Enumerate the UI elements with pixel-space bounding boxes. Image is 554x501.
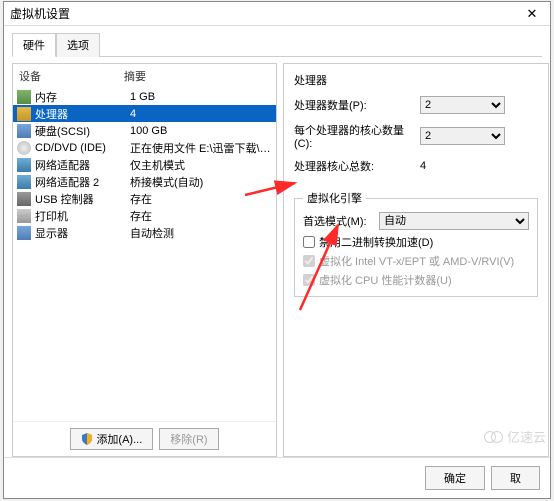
virtualization-engine-title: 虚拟化引擎 [303,190,366,206]
column-summary: 摘要 [124,68,270,84]
device-name: 内存 [35,89,130,105]
processor-count-select[interactable]: 2 [420,96,505,114]
remove-button-label: 移除(R) [170,431,207,447]
device-icon [17,124,31,138]
hardware-row[interactable]: 打印机存在 [13,207,276,224]
total-cores-value: 4 [420,160,500,172]
device-summary: 自动检测 [130,225,272,241]
device-icon [17,192,31,206]
shield-icon [81,433,93,445]
hardware-buttons: 添加(A)... 移除(R) [13,421,276,456]
add-button-label: 添加(A)... [96,431,142,447]
add-button[interactable]: 添加(A)... [70,428,153,450]
device-icon [17,209,31,223]
hardware-row[interactable]: 显示器自动检测 [13,224,276,241]
processor-section-title: 处理器 [294,72,538,88]
disable-binary-translation-label: 禁用二进制转换加速(D) [319,234,433,250]
hardware-row[interactable]: 硬盘(SCSI)100 GB [13,122,276,139]
detail-panel: 处理器 处理器数量(P): 2 每个处理器的核心数量(C): 2 处理器核心总数… [283,63,549,457]
virtualize-perf-counters-checkbox [303,274,315,286]
virtualization-engine-group: 虚拟化引擎 首选模式(M): 自动 禁用二进制转换加速(D) 虚拟化 Intel… [294,190,538,297]
device-icon [17,141,31,155]
device-name: 处理器 [35,106,130,122]
device-name: 硬盘(SCSI) [35,123,130,139]
vm-settings-dialog: 虚拟机设置 ✕ 硬件 选项 设备 摘要 内存1 GB处理器4硬盘(SCSI)10… [3,1,551,499]
cores-per-processor-label: 每个处理器的核心数量(C): [294,122,414,150]
watermark: 亿速云 [489,427,546,446]
device-icon [17,158,31,172]
device-summary: 4 [130,108,272,120]
total-cores-label: 处理器核心总数: [294,158,414,174]
device-icon [17,175,31,189]
watermark-text: 亿速云 [507,427,546,446]
device-name: USB 控制器 [35,191,130,207]
dialog-title: 虚拟机设置 [10,5,70,22]
device-summary: 仅主机模式 [130,157,272,173]
disable-binary-translation-checkbox[interactable] [303,236,315,248]
device-name: 网络适配器 2 [35,174,130,190]
footer: 确定 取 [4,457,550,498]
body: 设备 摘要 内存1 GB处理器4硬盘(SCSI)100 GBCD/DVD (ID… [12,63,542,457]
cores-per-processor-select[interactable]: 2 [420,127,505,145]
hardware-row[interactable]: 处理器4 [13,105,276,122]
device-summary: 桥接模式(自动) [130,174,272,190]
device-name: 网络适配器 [35,157,130,173]
device-summary: 存在 [130,208,272,224]
device-summary: 正在使用文件 E:\迅雷下载\CentOS-... [130,140,272,156]
device-name: 打印机 [35,208,130,224]
hardware-row[interactable]: CD/DVD (IDE)正在使用文件 E:\迅雷下载\CentOS-... [13,139,276,156]
tab-options[interactable]: 选项 [56,33,100,57]
hardware-row[interactable]: 网络适配器仅主机模式 [13,156,276,173]
remove-button[interactable]: 移除(R) [159,428,218,450]
cancel-button[interactable]: 取 [491,466,540,490]
device-icon [17,226,31,240]
hardware-row[interactable]: 内存1 GB [13,88,276,105]
device-summary: 存在 [130,191,272,207]
device-name: 显示器 [35,225,130,241]
virtualize-vt-label: 虚拟化 Intel VT-x/EPT 或 AMD-V/RVI(V) [319,253,514,269]
hardware-list-header: 设备 摘要 [13,64,276,88]
hardware-row[interactable]: USB 控制器存在 [13,190,276,207]
hardware-row[interactable]: 网络适配器 2桥接模式(自动) [13,173,276,190]
device-icon [17,90,31,104]
preferred-mode-label: 首选模式(M): [303,213,373,229]
virtualize-vt-checkbox [303,255,315,267]
ok-button[interactable]: 确定 [425,466,485,490]
column-device: 设备 [19,68,124,84]
device-summary: 100 GB [130,125,272,137]
content-area: 硬件 选项 设备 摘要 内存1 GB处理器4硬盘(SCSI)100 GBCD/D… [4,26,550,457]
tabs: 硬件 选项 [12,32,542,57]
tab-hardware[interactable]: 硬件 [12,33,56,57]
processor-count-label: 处理器数量(P): [294,97,414,113]
hardware-list[interactable]: 内存1 GB处理器4硬盘(SCSI)100 GBCD/DVD (IDE)正在使用… [13,88,276,421]
virtualize-perf-counters-label: 虚拟化 CPU 性能计数器(U) [319,272,452,288]
device-summary: 1 GB [130,91,272,103]
hardware-panel: 设备 摘要 内存1 GB处理器4硬盘(SCSI)100 GBCD/DVD (ID… [12,63,277,457]
preferred-mode-select[interactable]: 自动 [379,212,529,230]
close-icon[interactable]: ✕ [520,4,544,24]
device-icon [17,107,31,121]
device-name: CD/DVD (IDE) [35,142,130,154]
titlebar: 虚拟机设置 ✕ [4,2,550,26]
